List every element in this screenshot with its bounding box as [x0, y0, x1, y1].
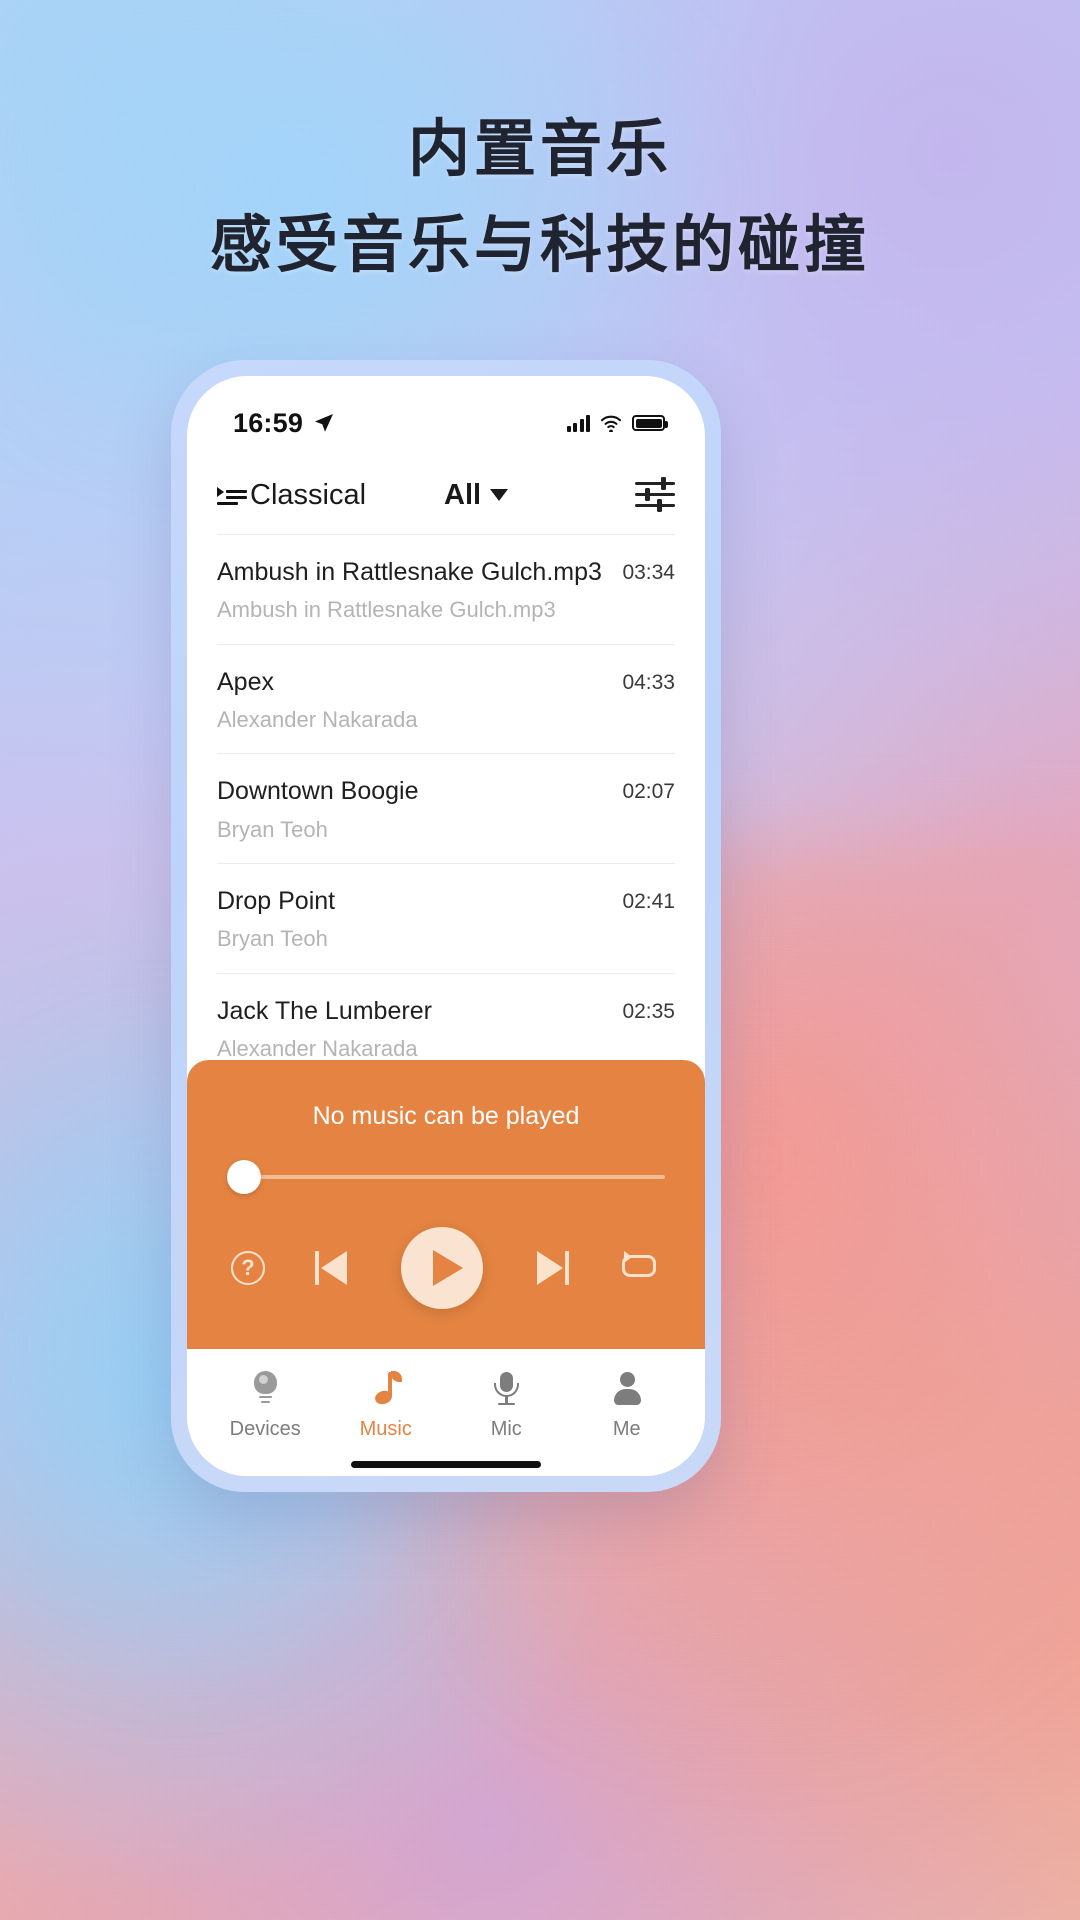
player-status-text: No music can be played — [312, 1101, 580, 1130]
track-duration: 02:41 — [622, 889, 675, 913]
track-duration: 04:33 — [622, 670, 675, 694]
phone-screen: 16:59 Classical All Ambush in Rattlesnak… — [187, 376, 705, 1476]
help-button[interactable]: ? — [231, 1250, 265, 1285]
track-duration: 03:34 — [622, 561, 675, 584]
playlist-selector[interactable]: Classical — [217, 479, 366, 512]
person-icon — [610, 1371, 644, 1407]
bulb-icon — [248, 1370, 282, 1407]
next-track-button[interactable] — [531, 1249, 571, 1287]
status-bar: 16:59 — [187, 376, 705, 454]
progress-slider[interactable] — [227, 1155, 665, 1199]
track-title: Downtown Boogie — [217, 777, 419, 806]
track-artist: Alexander Nakarada — [217, 1035, 418, 1060]
playlist-name: Classical — [250, 478, 367, 511]
headline-line-1: 内置音乐 — [407, 115, 672, 184]
cellular-signal-icon — [566, 414, 590, 432]
app-header: Classical All — [187, 454, 705, 534]
chevron-down-icon — [490, 489, 509, 501]
home-indicator-area — [187, 1452, 705, 1476]
player-controls: ? — [221, 1205, 671, 1315]
music-note-icon — [369, 1370, 403, 1407]
tab-me[interactable]: Me — [567, 1371, 688, 1441]
tab-label: Me — [612, 1417, 641, 1440]
tab-mic[interactable]: Mic — [446, 1371, 567, 1441]
table-row[interactable]: Apex Alexander Nakarada 04:33 — [217, 643, 675, 754]
filter-dropdown[interactable]: All — [444, 478, 509, 512]
tab-music[interactable]: Music — [326, 1370, 447, 1441]
tab-label: Music — [359, 1417, 412, 1440]
status-bar-right — [566, 414, 668, 432]
equalizer-icon[interactable] — [635, 477, 675, 512]
table-row[interactable]: Jack The Lumberer Alexander Nakarada 02:… — [217, 972, 675, 1060]
tab-label: Devices — [229, 1417, 301, 1440]
progress-thumb[interactable] — [227, 1159, 261, 1194]
status-time: 16:59 — [233, 407, 304, 438]
filter-label: All — [444, 478, 482, 511]
track-artist: Bryan Teoh — [217, 816, 328, 842]
previous-track-button[interactable] — [313, 1249, 353, 1287]
track-title: Ambush in Rattlesnake Gulch.mp3 — [217, 558, 602, 586]
bottom-tab-bar: Devices Music Mic Me — [187, 1348, 705, 1453]
track-text: Jack The Lumberer Alexander Nakarada — [217, 996, 432, 1060]
table-row[interactable]: Drop Point Bryan Teoh 02:41 — [217, 862, 675, 973]
status-bar-left: 16:59 — [233, 408, 336, 439]
home-indicator[interactable] — [351, 1460, 541, 1468]
repeat-button[interactable] — [619, 1250, 661, 1285]
tab-label: Mic — [490, 1417, 522, 1440]
track-title: Apex — [217, 667, 274, 696]
track-artist: Alexander Nakarada — [217, 706, 418, 732]
wifi-icon — [600, 415, 622, 432]
track-text: Ambush in Rattlesnake Gulch.mp3 Ambush i… — [217, 557, 602, 624]
poster-headline: 内置音乐 感受音乐与科技的碰撞 — [0, 112, 1080, 283]
phone-mockup: 16:59 Classical All Ambush in Rattlesnak… — [171, 360, 721, 1492]
table-row[interactable]: Ambush in Rattlesnake Gulch.mp3 Ambush i… — [217, 534, 675, 644]
play-button[interactable] — [401, 1226, 483, 1309]
progress-track — [235, 1174, 665, 1179]
tab-devices[interactable]: Devices — [205, 1370, 326, 1441]
headline-line-2: 感受音乐与科技的碰撞 — [209, 210, 870, 280]
table-row[interactable]: Downtown Boogie Bryan Teoh 02:07 — [217, 753, 675, 863]
track-duration: 02:07 — [622, 780, 675, 804]
track-text: Downtown Boogie Bryan Teoh — [217, 776, 419, 843]
play-icon — [433, 1249, 463, 1286]
track-artist: Ambush in Rattlesnake Gulch.mp3 — [217, 597, 556, 623]
track-list[interactable]: Ambush in Rattlesnake Gulch.mp3 Ambush i… — [187, 534, 705, 1060]
battery-full-icon — [632, 415, 668, 431]
track-title: Drop Point — [217, 886, 336, 915]
playlist-icon — [217, 482, 247, 508]
track-title: Jack The Lumberer — [217, 996, 432, 1025]
track-artist: Bryan Teoh — [217, 926, 328, 952]
help-circle-icon: ? — [231, 1250, 265, 1285]
music-player-panel: No music can be played ? — [187, 1059, 705, 1349]
track-text: Apex Alexander Nakarada — [217, 667, 418, 734]
track-duration: 02:35 — [622, 999, 675, 1023]
microphone-icon — [489, 1371, 523, 1407]
location-arrow-icon — [315, 414, 334, 432]
track-text: Drop Point Bryan Teoh — [217, 886, 335, 953]
